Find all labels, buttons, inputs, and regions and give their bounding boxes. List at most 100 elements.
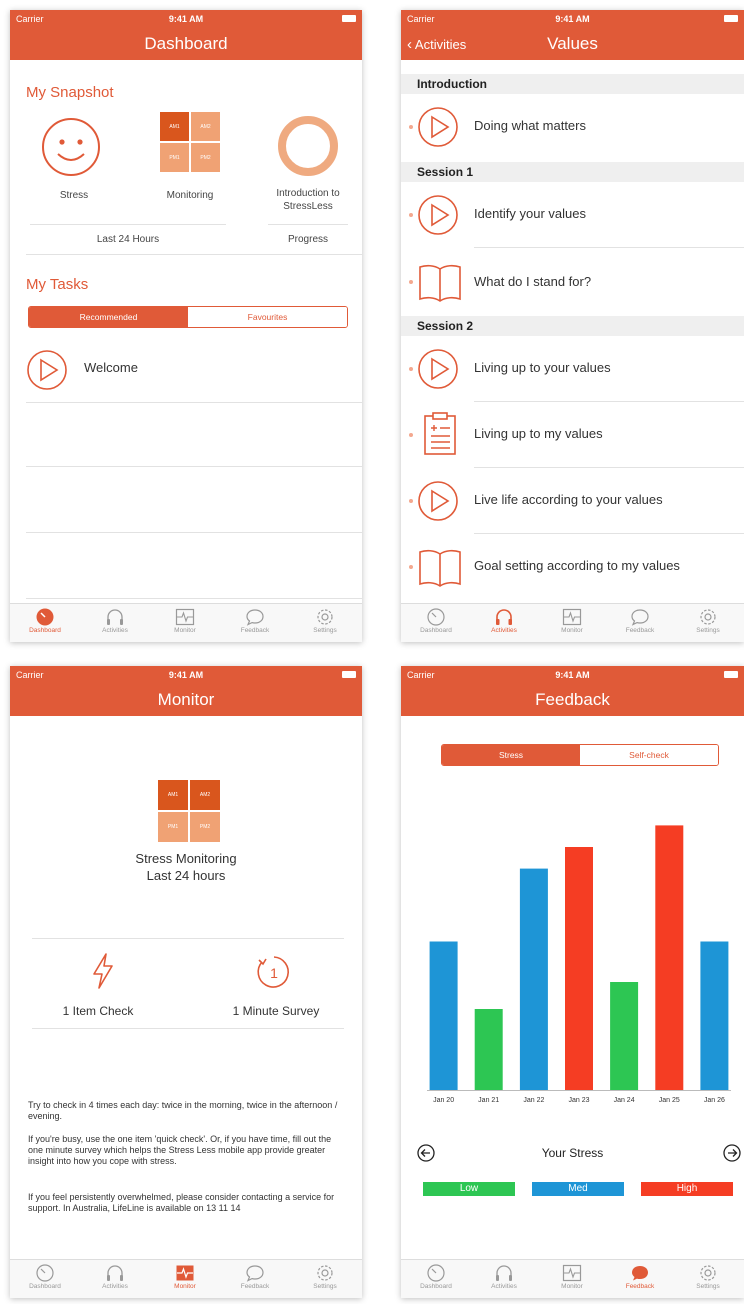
stress-chart: Jan 20 Jan 21 Jan 22 Jan 23 Jan 24 Jan 25 Jan …: [427, 825, 731, 1104]
list-item[interactable]: Doing what matters: [401, 94, 744, 160]
monitoring-grid[interactable]: AM1 AM2 PM1 PM2: [158, 780, 220, 842]
tab-label: Settings: [313, 1283, 337, 1290]
tab-label: Dashboard: [29, 627, 61, 634]
list-item[interactable]: Living up to your values: [401, 336, 744, 402]
snapshot-title: My Snapshot: [26, 84, 114, 101]
speedometer-icon: [36, 608, 54, 626]
self-check-tab[interactable]: Self-check: [580, 745, 718, 765]
status-bar: Carrier 9:41 AM: [10, 10, 362, 28]
list-item[interactable]: Live life according to your values: [401, 468, 744, 534]
tab-dashboard[interactable]: Dashboard: [10, 1263, 80, 1290]
book-icon: [419, 549, 461, 587]
tab-label: Dashboard: [29, 1283, 61, 1290]
heartbeat-icon: [562, 1264, 582, 1282]
nav-bar: Dashboard: [10, 28, 362, 60]
legend-high: High: [641, 1182, 733, 1196]
progress-label: Progress: [287, 234, 328, 245]
bar-jan-24[interactable]: [610, 982, 639, 1090]
tab-monitor[interactable]: Monitor: [150, 1263, 220, 1290]
bar-jan-25[interactable]: [655, 825, 684, 1090]
tab-label: Activities: [491, 627, 517, 634]
tab-feedback[interactable]: Feedback: [605, 607, 675, 634]
tab-feedback[interactable]: Feedback: [220, 1263, 290, 1290]
list-item[interactable]: Goal setting according to my values: [401, 534, 744, 600]
divider: [26, 466, 362, 467]
task-row-welcome[interactable]: Welcome: [10, 344, 362, 402]
tab-activities[interactable]: Activities: [80, 1263, 150, 1290]
tab-dashboard[interactable]: Dashboard: [10, 607, 80, 634]
chart-nav-label: Your Stress: [541, 1146, 604, 1160]
divider: [30, 224, 226, 225]
divider: [32, 1028, 344, 1029]
x-tick-label: Jan 24: [614, 1097, 635, 1104]
bar-jan-20[interactable]: [429, 941, 458, 1091]
tab-settings[interactable]: Settings: [290, 607, 360, 634]
list-item-label: Live life according to your values: [474, 492, 663, 507]
tab-label: Settings: [696, 1283, 720, 1290]
tab-monitor[interactable]: Monitor: [537, 1263, 607, 1290]
progress-ring[interactable]: [276, 114, 340, 178]
bar-jan-21[interactable]: [474, 1009, 503, 1090]
smiley-icon[interactable]: [40, 116, 102, 178]
gear-icon: [317, 1265, 333, 1281]
x-tick-label: Jan 25: [659, 1097, 680, 1104]
speech-bubble-icon: [631, 609, 649, 626]
tab-settings[interactable]: Settings: [673, 1263, 743, 1290]
monitor-screen: Carrier 9:41 AM Monitor AM1 AM2 PM1 PM2 …: [10, 666, 362, 1298]
recommended-tab[interactable]: Recommended: [29, 307, 188, 327]
speedometer-icon: [36, 1264, 54, 1282]
tab-dashboard[interactable]: Dashboard: [401, 607, 471, 634]
intro-label-line1: Introduction to: [276, 188, 340, 199]
tab-activities[interactable]: Activities: [469, 1263, 539, 1290]
section-header-session-1: Session 1: [401, 162, 744, 182]
status-bar: Carrier 9:41 AM: [401, 666, 744, 684]
page-title: Values: [547, 34, 598, 53]
tab-bar: Dashboard Activities Monitor Feedback Se…: [10, 603, 362, 642]
intro-label-line2: StressLess: [283, 201, 333, 212]
timer-icon[interactable]: 1: [254, 952, 294, 992]
next-arrow-icon[interactable]: [723, 1144, 741, 1162]
tab-monitor[interactable]: Monitor: [150, 607, 220, 634]
item-check-label[interactable]: 1 Item Check: [38, 1004, 158, 1018]
tab-settings[interactable]: Settings: [673, 607, 743, 634]
bar-jan-23[interactable]: [565, 847, 593, 1090]
legend-med: Med: [532, 1182, 624, 1196]
play-circle-icon: [418, 195, 458, 235]
headphones-icon: [496, 609, 512, 625]
dashboard-screen: Carrier 9:41 AM Dashboard My Snapshot AM…: [10, 10, 362, 642]
nav-bar: ‹ Activities Values: [401, 28, 744, 60]
tab-activities[interactable]: Activities: [80, 607, 150, 634]
legend-low: Low: [423, 1182, 515, 1196]
tab-label: Dashboard: [420, 1283, 452, 1290]
divider: [26, 532, 362, 533]
grid-am1: AM1: [160, 112, 189, 141]
list-item[interactable]: Living up to my values: [401, 402, 744, 468]
gear-icon: [700, 1265, 716, 1281]
tab-activities[interactable]: Activities: [469, 607, 539, 634]
stress-tab[interactable]: Stress: [442, 745, 580, 765]
tab-dashboard[interactable]: Dashboard: [401, 1263, 471, 1290]
monitoring-label: Monitoring: [166, 190, 214, 201]
tab-settings[interactable]: Settings: [290, 1263, 360, 1290]
bar-jan-22[interactable]: [519, 868, 548, 1090]
headphones-icon: [496, 1265, 512, 1281]
tab-monitor[interactable]: Monitor: [537, 607, 607, 634]
monitoring-grid[interactable]: AM1 AM2 PM1 PM2: [160, 112, 220, 172]
nav-bar: Monitor: [10, 684, 362, 716]
lightning-icon[interactable]: [90, 952, 116, 990]
favourites-tab[interactable]: Favourites: [188, 307, 347, 327]
status-bar: Carrier 9:41 AM: [10, 666, 362, 684]
minute-survey-label[interactable]: 1 Minute Survey: [216, 1004, 336, 1018]
stress-label: Stress: [59, 190, 89, 201]
list-item[interactable]: Identify your values: [401, 182, 744, 248]
tab-feedback[interactable]: Feedback: [220, 607, 290, 634]
battery-icon: [724, 671, 738, 678]
tab-label: Feedback: [625, 1283, 655, 1290]
tab-label: Monitor: [174, 1283, 196, 1290]
list-item[interactable]: What do I stand for?: [401, 248, 744, 316]
x-tick-label: Jan 21: [478, 1097, 499, 1104]
tab-feedback[interactable]: Feedback: [605, 1263, 675, 1290]
divider: [268, 224, 348, 225]
speech-bubble-icon: [246, 1265, 264, 1282]
bar-jan-26[interactable]: [700, 941, 729, 1091]
